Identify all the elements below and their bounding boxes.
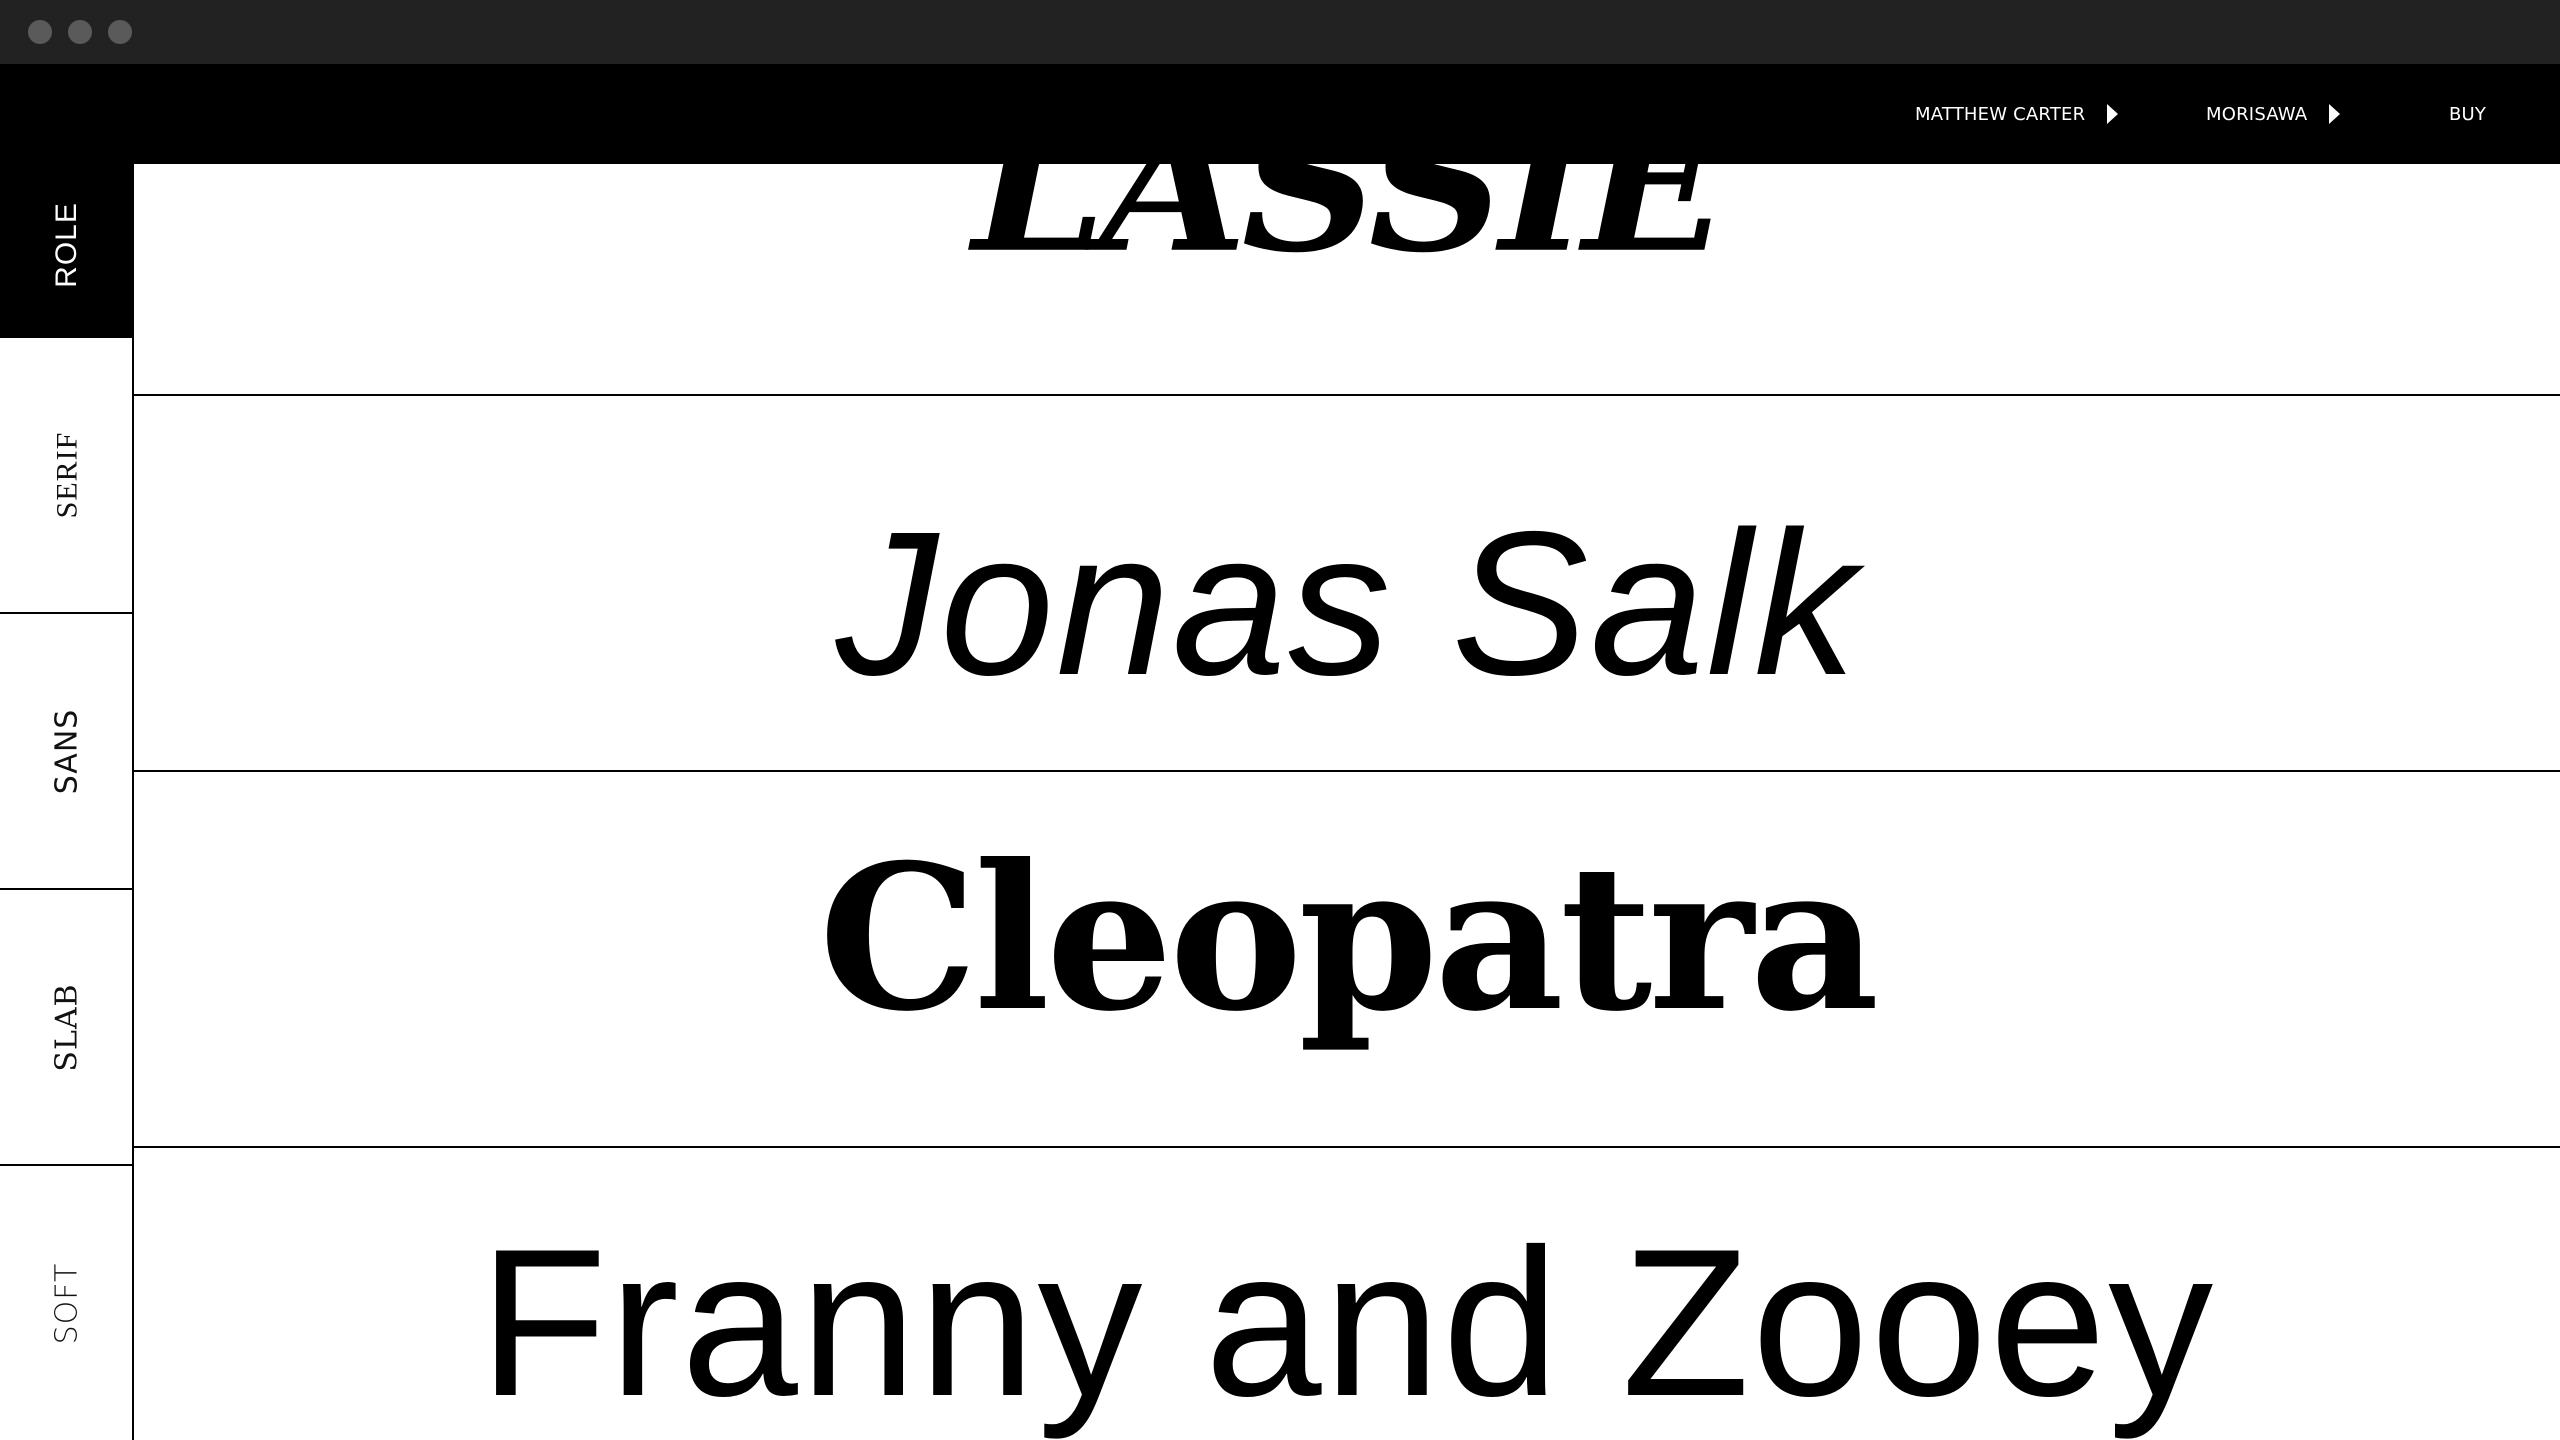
sidebar-tab-role[interactable]: ROLE (0, 154, 134, 338)
sidebar-tab-soft[interactable]: SOFT (0, 1166, 134, 1440)
sidebar: ROLE SERIF SANS SLAB SOFT (0, 154, 134, 1440)
window-close-dot[interactable] (28, 20, 52, 44)
window-minimize-dot[interactable] (68, 20, 92, 44)
nav-foundry-label: MORISAWA (2206, 103, 2308, 125)
caret-right-icon (2329, 104, 2341, 124)
specimen-row-soft: Franny and Zooey (134, 1148, 2560, 1440)
specimen-text: Franny and Zooey (478, 1205, 2216, 1440)
nav-foundry-link[interactable]: MORISAWA (2206, 64, 2341, 164)
sidebar-tab-sans[interactable]: SANS (0, 614, 134, 890)
sidebar-tab-serif[interactable]: SERIF (0, 338, 134, 614)
sidebar-tab-label: SANS (49, 708, 85, 794)
sidebar-tab-label: SLAB (49, 982, 85, 1072)
nav-designer-label: MATTHEW CARTER (1915, 103, 2086, 125)
specimen-row-sans: Cleopatra (134, 772, 2560, 1148)
top-nav: MATTHEW CARTER MORISAWA BUY (0, 64, 2560, 164)
buy-label: BUY (2449, 103, 2487, 125)
sidebar-tab-slab[interactable]: SLAB (0, 890, 134, 1166)
specimen-row-role: LASSIE (134, 0, 2560, 396)
specimen-row-serif: Jonas Salk (134, 396, 2560, 772)
sidebar-tab-label: SOFT (49, 1262, 85, 1344)
window-maximize-dot[interactable] (108, 20, 132, 44)
nav-designer-link[interactable]: MATTHEW CARTER (1915, 64, 2119, 164)
sidebar-tab-label: SERIF (49, 431, 83, 519)
specimen-text: Cleopatra (818, 821, 1880, 1056)
buy-button[interactable]: BUY (2449, 64, 2486, 164)
specimen-text: Jonas Salk (835, 488, 1859, 718)
sidebar-tab-label: ROLE (49, 202, 83, 288)
caret-right-icon (2107, 104, 2119, 124)
